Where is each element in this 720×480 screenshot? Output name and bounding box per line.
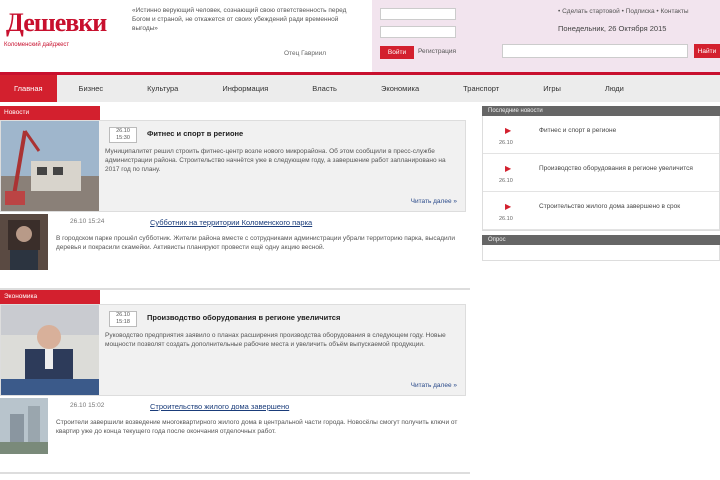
logo-title: Дешевки <box>6 8 107 37</box>
password-field[interactable] <box>380 26 456 38</box>
news-section: Новости 26.10 15:30 Фитнес и спорт в рег… <box>0 106 470 290</box>
nav-item-people[interactable]: Люди <box>583 75 646 102</box>
sidebar-item-text[interactable]: Строительство жилого дома завершено в ср… <box>539 202 717 211</box>
top-links[interactable]: • Сделать стартовой • Подписка • Контакт… <box>558 8 689 15</box>
register-link[interactable]: Регистрация <box>418 48 456 55</box>
site-logo[interactable]: Дешевки Коломенский дайджест <box>0 6 120 50</box>
lead-title[interactable]: Фитнес и спорт в регионе <box>147 129 243 138</box>
header-quote: «Истинно верующий человек, сознающий сво… <box>132 7 347 32</box>
logo-subtitle: Коломенский дайджест <box>4 42 70 48</box>
item-date: 26.10 15:24 <box>70 218 105 225</box>
current-date: Понедельник, 26 Октября 2015 <box>558 24 667 33</box>
item-date: 26.10 15:02 <box>70 402 105 409</box>
speaker-photo[interactable] <box>1 305 99 395</box>
main-content: Новости 26.10 15:30 Фитнес и спорт в рег… <box>0 106 470 474</box>
economy-section: Экономика 26.10 15:18 Производство обору… <box>0 290 470 474</box>
nav-item-culture[interactable]: Культура <box>125 75 200 102</box>
main-nav: Главная Бизнес Культура Информация Власт… <box>0 72 720 102</box>
list-item: 26.10 15:02 Строительство жилого дома за… <box>0 398 466 468</box>
date-badge: 26.10 15:30 <box>109 127 137 143</box>
news-thumbnail[interactable] <box>0 214 48 270</box>
nav-item-power[interactable]: Власть <box>290 75 359 102</box>
nav-item-info[interactable]: Информация <box>200 75 290 102</box>
list-item: 26.10 15:24 Субботник на территории Коло… <box>0 214 466 284</box>
sidebar-item-text[interactable]: Производство оборудования в регионе увел… <box>539 164 717 173</box>
item-text: В городском парке прошёл субботник. Жите… <box>56 235 456 251</box>
arrow-icon: ▶ <box>505 202 512 211</box>
lead-title[interactable]: Производство оборудования в регионе увел… <box>147 313 340 322</box>
date-badge: 26.10 15:18 <box>109 311 137 327</box>
lead-article: 26.10 15:30 Фитнес и спорт в регионе Мун… <box>0 120 466 212</box>
sidebar-item-date: 26.10 <box>499 140 513 146</box>
section-tag[interactable]: Экономика <box>0 290 100 304</box>
nav-item-home[interactable]: Главная <box>0 75 57 102</box>
sidebar-news-item[interactable]: ▶ 26.10 Фитнес и спорт в регионе <box>483 116 719 154</box>
read-more-link[interactable]: Читать далее » <box>411 198 457 205</box>
item-text: Строители завершили возведение многоквар… <box>56 419 458 435</box>
arrow-icon: ▶ <box>505 126 512 135</box>
quote-author: Отец Гавриил <box>284 50 326 57</box>
lead-article: 26.10 15:18 Производство оборудования в … <box>0 304 466 396</box>
nav-item-business[interactable]: Бизнес <box>57 75 126 102</box>
lead-text: Муниципалитет решил строить фитнес-центр… <box>105 148 446 173</box>
lead-text: Руководство предприятия заявило о планах… <box>105 332 446 348</box>
sidebar-item-text[interactable]: Фитнес и спорт в регионе <box>539 126 717 135</box>
sidebar-item-date: 26.10 <box>499 178 513 184</box>
login-field[interactable] <box>380 8 456 20</box>
login-button[interactable]: Войти <box>380 46 414 59</box>
sidebar: Последние новости ▶ 26.10 Фитнес и спорт… <box>482 106 720 261</box>
news-thumbnail[interactable] <box>0 398 48 454</box>
arrow-icon: ▶ <box>505 164 512 173</box>
read-more-link[interactable]: Читать далее » <box>411 382 457 389</box>
item-title[interactable]: Строительство жилого дома завершено <box>150 402 289 411</box>
construction-photo[interactable] <box>1 121 99 211</box>
sidebar-heading-2: Опрос <box>482 235 720 245</box>
sidebar-news-item[interactable]: ▶ 26.10 Строительство жилого дома заверш… <box>483 192 719 230</box>
page-header: Дешевки Коломенский дайджест «Истинно ве… <box>0 0 720 72</box>
nav-item-economy[interactable]: Экономика <box>359 75 441 102</box>
search-button[interactable]: Найти <box>694 44 720 58</box>
section-tag[interactable]: Новости <box>0 106 100 120</box>
item-title[interactable]: Субботник на территории Коломенского пар… <box>150 218 312 227</box>
nav-item-games[interactable]: Игры <box>521 75 583 102</box>
sidebar-news-item[interactable]: ▶ 26.10 Производство оборудования в реги… <box>483 154 719 192</box>
sidebar-item-date: 26.10 <box>499 216 513 222</box>
search-input[interactable] <box>502 44 688 58</box>
sidebar-poll-box <box>482 245 720 261</box>
sidebar-heading: Последние новости <box>482 106 720 116</box>
sidebar-news-list: ▶ 26.10 Фитнес и спорт в регионе ▶ 26.10… <box>482 116 720 231</box>
nav-item-transport[interactable]: Транспорт <box>441 75 521 102</box>
login-panel: Войти Регистрация • Сделать стартовой • … <box>372 0 720 72</box>
